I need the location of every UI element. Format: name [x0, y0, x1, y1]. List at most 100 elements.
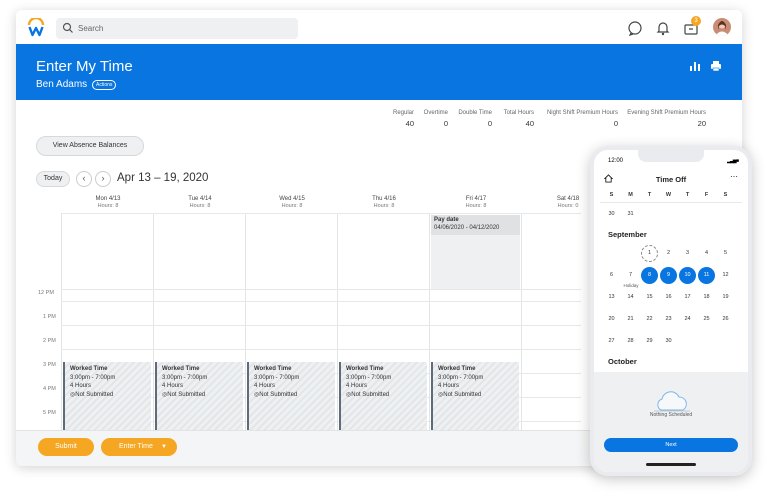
schedule-panel: Nothing Scheduled Next [594, 372, 748, 472]
phone-notch [638, 150, 704, 162]
calendar-day[interactable]: 28 [622, 333, 639, 350]
calendar-day-selected[interactable]: 11 [698, 267, 715, 284]
grid-line [61, 325, 581, 326]
day-hours: Hours: 8 [97, 203, 119, 209]
calendar-day[interactable]: 19 [717, 289, 734, 306]
avatar-photo-icon [715, 21, 729, 36]
calendar-day[interactable]: 18 [698, 289, 715, 306]
calendar-day[interactable]: 25 [698, 311, 715, 328]
calendar-day[interactable]: 30 [660, 333, 677, 350]
calendar-day[interactable]: 5 [717, 245, 734, 262]
weekday-label: M [628, 192, 633, 198]
calendar-day[interactable]: 27 [603, 333, 620, 350]
calendar-day[interactable]: 29 [641, 333, 658, 350]
cloud-icon [654, 391, 690, 412]
calendar-day-selected[interactable]: 8 [641, 267, 658, 284]
calendar-day[interactable]: 30 [603, 206, 620, 223]
inbox-badge: 3 [691, 16, 701, 26]
avatar[interactable] [713, 18, 731, 36]
calendar-day[interactable]: 15 [641, 289, 658, 306]
day-hours: Hours: 8 [373, 203, 395, 209]
worker-name[interactable]: Ben Adams [36, 79, 87, 90]
search-bar[interactable]: Search [56, 18, 298, 39]
entry-time: 3:00pm - 7:00pm [70, 374, 116, 381]
pay-date-title: Pay date [434, 217, 459, 223]
phone-clock: 12:00 [608, 158, 624, 164]
calendar-day[interactable]: 17 [679, 289, 696, 306]
caret-down-icon: ▼ [161, 444, 167, 450]
next-week-button[interactable]: › [95, 171, 111, 187]
pay-date-block[interactable]: Pay date 04/06/2020 - 04/12/2020 [431, 215, 520, 235]
prev-week-button[interactable]: ‹ [76, 171, 92, 187]
calendar-day[interactable]: 16 [660, 289, 677, 306]
entry-time: 3:00pm - 7:00pm [346, 374, 392, 381]
actions-button[interactable]: Actions [92, 80, 117, 90]
time-entry[interactable]: Worked Time 3:00pm - 7:00pm 4 Hours Not … [155, 362, 243, 430]
enter-time-button[interactable]: Enter Time ▼ [101, 438, 177, 456]
entry-hours: 4 Hours [70, 383, 92, 389]
calendar-day[interactable]: 21 [622, 311, 639, 328]
calendar-day[interactable]: 4 [698, 245, 715, 262]
calendar-day[interactable]: 12 [717, 267, 734, 284]
calendar-day-selected[interactable]: 9 [660, 267, 677, 284]
page-header: Enter My Time Ben Adams Actions [16, 44, 742, 100]
entry-hours: 4 Hours [254, 383, 276, 389]
hour-label: 3 PM [43, 362, 56, 368]
today-button[interactable]: Today [36, 171, 70, 187]
calendar-day[interactable]: 22 [641, 311, 658, 328]
page-title: Enter My Time [36, 58, 133, 75]
day-header-mon: Mon 4/13 Hours: 8 [62, 196, 154, 209]
calendar-day-today[interactable]: 1 [641, 245, 658, 262]
calendar-day[interactable]: 3 [679, 245, 696, 262]
calendar-day[interactable]: 20 [603, 311, 620, 328]
calendar-day-selected[interactable]: 10 [679, 267, 696, 284]
weekday-label: W [665, 192, 672, 198]
summary-value: 0 [613, 119, 618, 128]
print-icon[interactable] [710, 60, 722, 72]
summary-label: Overtime [423, 110, 448, 116]
calendar-day[interactable]: 23 [660, 311, 677, 328]
calendar-day-holiday[interactable]: 7 Holiday [622, 267, 639, 288]
weekday-label: S [609, 192, 614, 198]
entry-title: Worked Time [254, 366, 292, 372]
day-label: Sat 4/18 [556, 196, 580, 202]
day-label: Thu 4/16 [372, 196, 396, 202]
month-label: September [608, 230, 647, 239]
summary-overtime: Overtime 0 [418, 110, 448, 128]
weekday-label: T [685, 192, 690, 198]
calendar-day[interactable]: 13 [603, 289, 620, 306]
time-entry[interactable]: Worked Time 3:00pm - 7:00pm 4 Hours Not … [247, 362, 335, 430]
calendar-day[interactable]: 24 [679, 311, 696, 328]
day-header-tue: Tue 4/14 Hours: 8 [154, 196, 246, 209]
calendar-day[interactable]: 6 [603, 267, 620, 284]
time-entry[interactable]: Worked Time 3:00pm - 7:00pm 4 Hours Not … [431, 362, 519, 430]
calendar-day[interactable]: 2 [660, 245, 677, 262]
day-header-wed: Wed 4/15 Hours: 8 [246, 196, 338, 209]
bell-icon[interactable] [655, 20, 671, 36]
hour-label: 5 PM [43, 410, 56, 416]
time-entry[interactable]: Worked Time 3:00pm - 7:00pm 4 Hours Not … [339, 362, 427, 430]
grid-line [61, 213, 581, 214]
submit-button[interactable]: Submit [38, 438, 94, 456]
phone-title: Time Off [655, 175, 687, 184]
calendar-day[interactable]: 31 [622, 206, 639, 223]
calendar-day[interactable]: 14 [622, 289, 639, 306]
chevron-right-icon: › [101, 173, 105, 183]
weekday-label: S [723, 192, 728, 198]
summary-night-shift: Night Shift Premium Hours 0 [538, 110, 618, 128]
grid-line [61, 301, 581, 302]
next-button[interactable]: Next [604, 438, 738, 452]
entry-status: Not Submitted [70, 391, 146, 400]
day-label: Fri 4/17 [465, 196, 487, 202]
chart-icon[interactable] [689, 60, 701, 72]
workday-logo[interactable] [26, 18, 46, 38]
chat-icon[interactable] [627, 20, 643, 36]
date-range: Apr 13 – 19, 2020 [117, 172, 209, 184]
calendar-day[interactable]: 26 [717, 311, 734, 328]
time-entry[interactable]: Worked Time 3:00pm - 7:00pm 4 Hours Not … [63, 362, 151, 430]
view-absence-balances-button[interactable]: View Absence Balances [36, 136, 144, 156]
summary-value: 0 [487, 119, 492, 128]
more-icon[interactable]: ⋯ [730, 172, 738, 181]
divider [600, 202, 742, 203]
enter-time-label: Enter Time [119, 443, 153, 450]
